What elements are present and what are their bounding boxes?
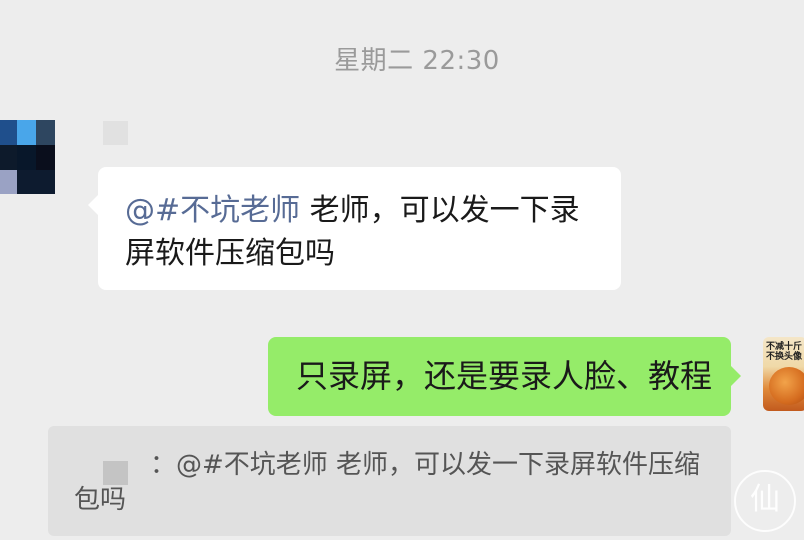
quoted-message-text: ：@#不坑老师 老师，可以发一下录屏软件压缩包吗 xyxy=(74,450,701,515)
avatar-pixel xyxy=(0,120,17,145)
avatar-pixel xyxy=(0,145,17,170)
chat-timestamp: 星期二 22:30 xyxy=(334,46,500,76)
avatar-pixel xyxy=(17,170,36,194)
avatar-pixel xyxy=(17,120,36,145)
avatar-caption-line2: 不换头像 xyxy=(766,352,803,362)
outgoing-message-text: 只录屏，还是要录人脸、教程 xyxy=(296,357,713,395)
roast-chicken-icon xyxy=(769,367,804,405)
avatar-pixel xyxy=(17,145,36,170)
avatar-pixel xyxy=(36,170,55,194)
mention-link[interactable]: @#不坑老师 xyxy=(125,193,300,228)
incoming-message-bubble[interactable]: @#不坑老师 老师，可以发一下录屏软件压缩包吗 xyxy=(88,167,621,290)
outgoing-message-bubble[interactable]: 只录屏，还是要录人脸、教程 xyxy=(268,337,741,416)
watermark-seal-icon: 仙 xyxy=(734,470,796,532)
avatar-pixel xyxy=(36,120,55,145)
my-avatar[interactable]: 不减十斤 不换头像 xyxy=(763,337,804,411)
quoted-message[interactable]: ：@#不坑老师 老师，可以发一下录屏软件压缩包吗 xyxy=(48,426,731,536)
sender-avatar[interactable] xyxy=(0,120,55,194)
sender-name-redacted xyxy=(103,121,128,145)
avatar-pixel xyxy=(0,170,17,194)
avatar-pixel xyxy=(36,145,55,170)
